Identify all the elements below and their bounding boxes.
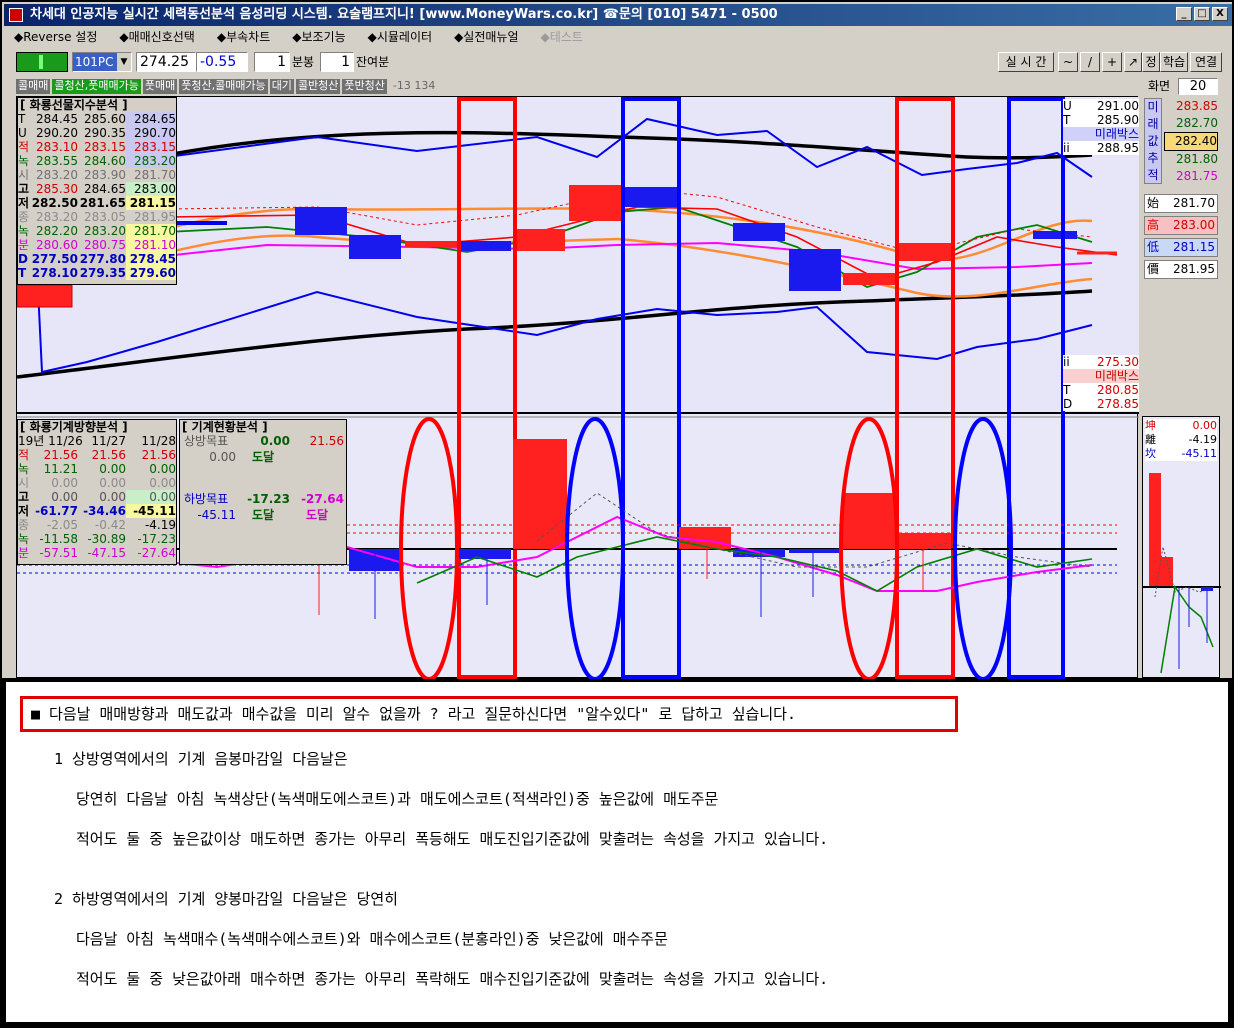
change-field: -0.55 [196, 52, 248, 72]
candle [349, 235, 401, 259]
tab-put-close[interactable]: 풋청산,콜매매가능 [179, 79, 268, 94]
menu-reverse[interactable]: ◆Reverse 설정 [14, 28, 97, 45]
toolbar: 101PC ▼ 274.25 -0.55 1 분봉 1 잔여분 실 시 간 ~ … [4, 50, 1232, 76]
candle [172, 221, 227, 225]
note-line-1: 1 상방영역에서의 기계 음봉마감일 다음날은 [54, 750, 348, 768]
connect-button[interactable]: 연결 [1190, 52, 1222, 72]
price-chart[interactable]: [ 화룡선물지수분석 ] T 284.45 285.60 284.65 U 290.20… [16, 96, 1139, 681]
machine-direction-panel: [ 화룡기계방향분석 ] 19년 11/26 11/27 11/28 적 21.56 2… [17, 419, 177, 565]
menu-signal-select[interactable]: ◆매매신호선택 [119, 28, 194, 45]
future-box-bottom: ii 275.30 미래박스 T 280.85 D 278.85 [1063, 355, 1139, 411]
screen-label: 화면 [1147, 79, 1171, 93]
candle [843, 273, 897, 285]
note-headline: ■ 다음날 매매방향과 매도값과 매수값을 미리 알수 없을까 ? 라고 질문하… [20, 696, 958, 732]
tool-cross-button[interactable]: + [1102, 52, 1122, 72]
interval-input[interactable]: 1 [254, 52, 290, 72]
candle [1033, 231, 1077, 239]
candle [459, 241, 511, 251]
tool-set-button[interactable]: 정 [1142, 52, 1160, 72]
candle [295, 207, 347, 235]
chevron-down-icon[interactable]: ▼ [117, 53, 131, 71]
menu-simulator[interactable]: ◆시뮬레이터 [368, 28, 432, 45]
panel-title: [ 화룡선물지수분석 ] [20, 98, 128, 112]
title-bar: 차세대 인공지능 실시간 세력동선분석 음성리딩 시스템. 요술램프지니! [w… [4, 4, 1232, 26]
window-title: 차세대 인공지능 실시간 세력동선분석 음성리딩 시스템. 요술램프지니! [w… [30, 7, 778, 22]
note-line-2: 당연히 다음날 아침 녹색상단(녹색매도에스코트)과 매도에스코트(적색라인)중… [76, 790, 719, 808]
signal-tabs: 콜매매 콜청산,풋매매가능 풋매매 풋청산,콜매매가능 대기 콜반청산 풋반청산… [16, 79, 435, 94]
remain-unit: 잔여분 [356, 55, 390, 69]
candle [513, 229, 565, 251]
maximize-button[interactable]: □ [1194, 7, 1210, 21]
tab-call-half[interactable]: 콜반청산 [295, 79, 341, 94]
tab-call-trade[interactable]: 콜매매 [16, 79, 51, 94]
tab-put-trade[interactable]: 풋매매 [142, 79, 178, 94]
minimize-button[interactable]: _ [1176, 7, 1192, 21]
realtime-button[interactable]: 실 시 간 [998, 52, 1054, 72]
screen-input[interactable]: 20 [1178, 78, 1218, 95]
candle [16, 284, 73, 308]
signal-indicator [16, 52, 68, 72]
machine-status-panel: [ 기계현황분석 ] 상방목표 0.00 21.56 0.00 도달 하방목표 -17.… [179, 419, 347, 565]
tool-wave-button[interactable]: ~ [1058, 52, 1078, 72]
price-field: 274.25 [136, 52, 196, 72]
tab-call-close[interactable]: 콜청산,풋매매가능 [52, 79, 141, 94]
side-subpanel: 坤 0.00 離 -4.19 坎 -45.11 [1142, 416, 1221, 678]
candle [405, 241, 457, 247]
candle [733, 223, 785, 241]
note-line-6: 적어도 둘 중 낮은값아래 매수하면 종가는 아무리 폭락해도 매수진입기준값에… [76, 970, 829, 988]
note-line-4: 2 하방영역에서의 기계 양봉마감일 다음날은 당연히 [54, 890, 398, 908]
candle [569, 185, 621, 221]
learn-button[interactable]: 학습 [1160, 52, 1188, 72]
tool-line-button[interactable]: / [1080, 52, 1100, 72]
symbol-select[interactable]: 101PC ▼ [72, 52, 132, 72]
panel-title: [ 화룡기계방향분석 ] [20, 420, 128, 434]
app-window: 차세대 인공지능 실시간 세력동선분석 음성리딩 시스템. 요술램프지니! [w… [0, 0, 1234, 681]
future-value-list: 283.85 282.70 282.40 281.80 281.75 [1164, 98, 1218, 185]
close-button[interactable]: X [1212, 7, 1228, 21]
note-line-3: 적어도 둘 중 높은값이상 매도하면 종가는 아무리 폭등해도 매도진입기준값에… [76, 830, 829, 848]
candle [897, 243, 951, 261]
future-value-label: 미래값추적 [1144, 98, 1162, 184]
tab-put-half[interactable]: 풋반청산 [342, 79, 387, 94]
menu-manual[interactable]: ◆실전매뉴얼 [454, 28, 518, 45]
panel-title: [ 기계현황분석 ] [182, 420, 268, 434]
menu-aux[interactable]: ◆보조기능 [292, 28, 345, 45]
remain-input[interactable]: 1 [320, 52, 354, 72]
tab-wait[interactable]: 대기 [269, 79, 294, 94]
mini-chart [1143, 473, 1221, 674]
tab-status-value: -13 134 [392, 79, 436, 92]
candle [623, 187, 681, 207]
app-logo-icon [9, 8, 23, 22]
menu-test[interactable]: ◆테스트 [541, 28, 583, 45]
interval-unit: 분봉 [292, 55, 315, 69]
futures-index-panel: [ 화룡선물지수분석 ] T 284.45 285.60 284.65 U 290.20… [17, 97, 177, 285]
symbol-value: 101PC [75, 55, 114, 69]
explanation-note: ■ 다음날 매매방향과 매도값과 매수값을 미리 알수 없을까 ? 라고 질문하… [0, 682, 1234, 1028]
menu-bar: ◆Reverse 설정 ◆매매신호선택 ◆부속차트 ◆보조기능 ◆시뮬레이터 ◆… [4, 26, 1232, 46]
tool-arrow-button[interactable]: ↗ [1124, 52, 1142, 72]
future-box-top: U 291.00 T 285.90 미래박스 ii 288.95 [1063, 99, 1139, 155]
note-line-5: 다음날 아침 녹색매수(녹색매수에스코트)와 매수에스코트(분홍라인)중 낮은값… [76, 930, 668, 948]
menu-sub-chart[interactable]: ◆부속차트 [217, 28, 270, 45]
ohlc-panel: 始 281.70 高 283.00 低 281.15 價 281.95 [1144, 194, 1218, 279]
chart-canvas [16, 97, 1139, 681]
candle [789, 249, 841, 291]
side-panel: 미래값추적 283.85 282.70 282.40 281.80 281.75… [1142, 96, 1220, 414]
